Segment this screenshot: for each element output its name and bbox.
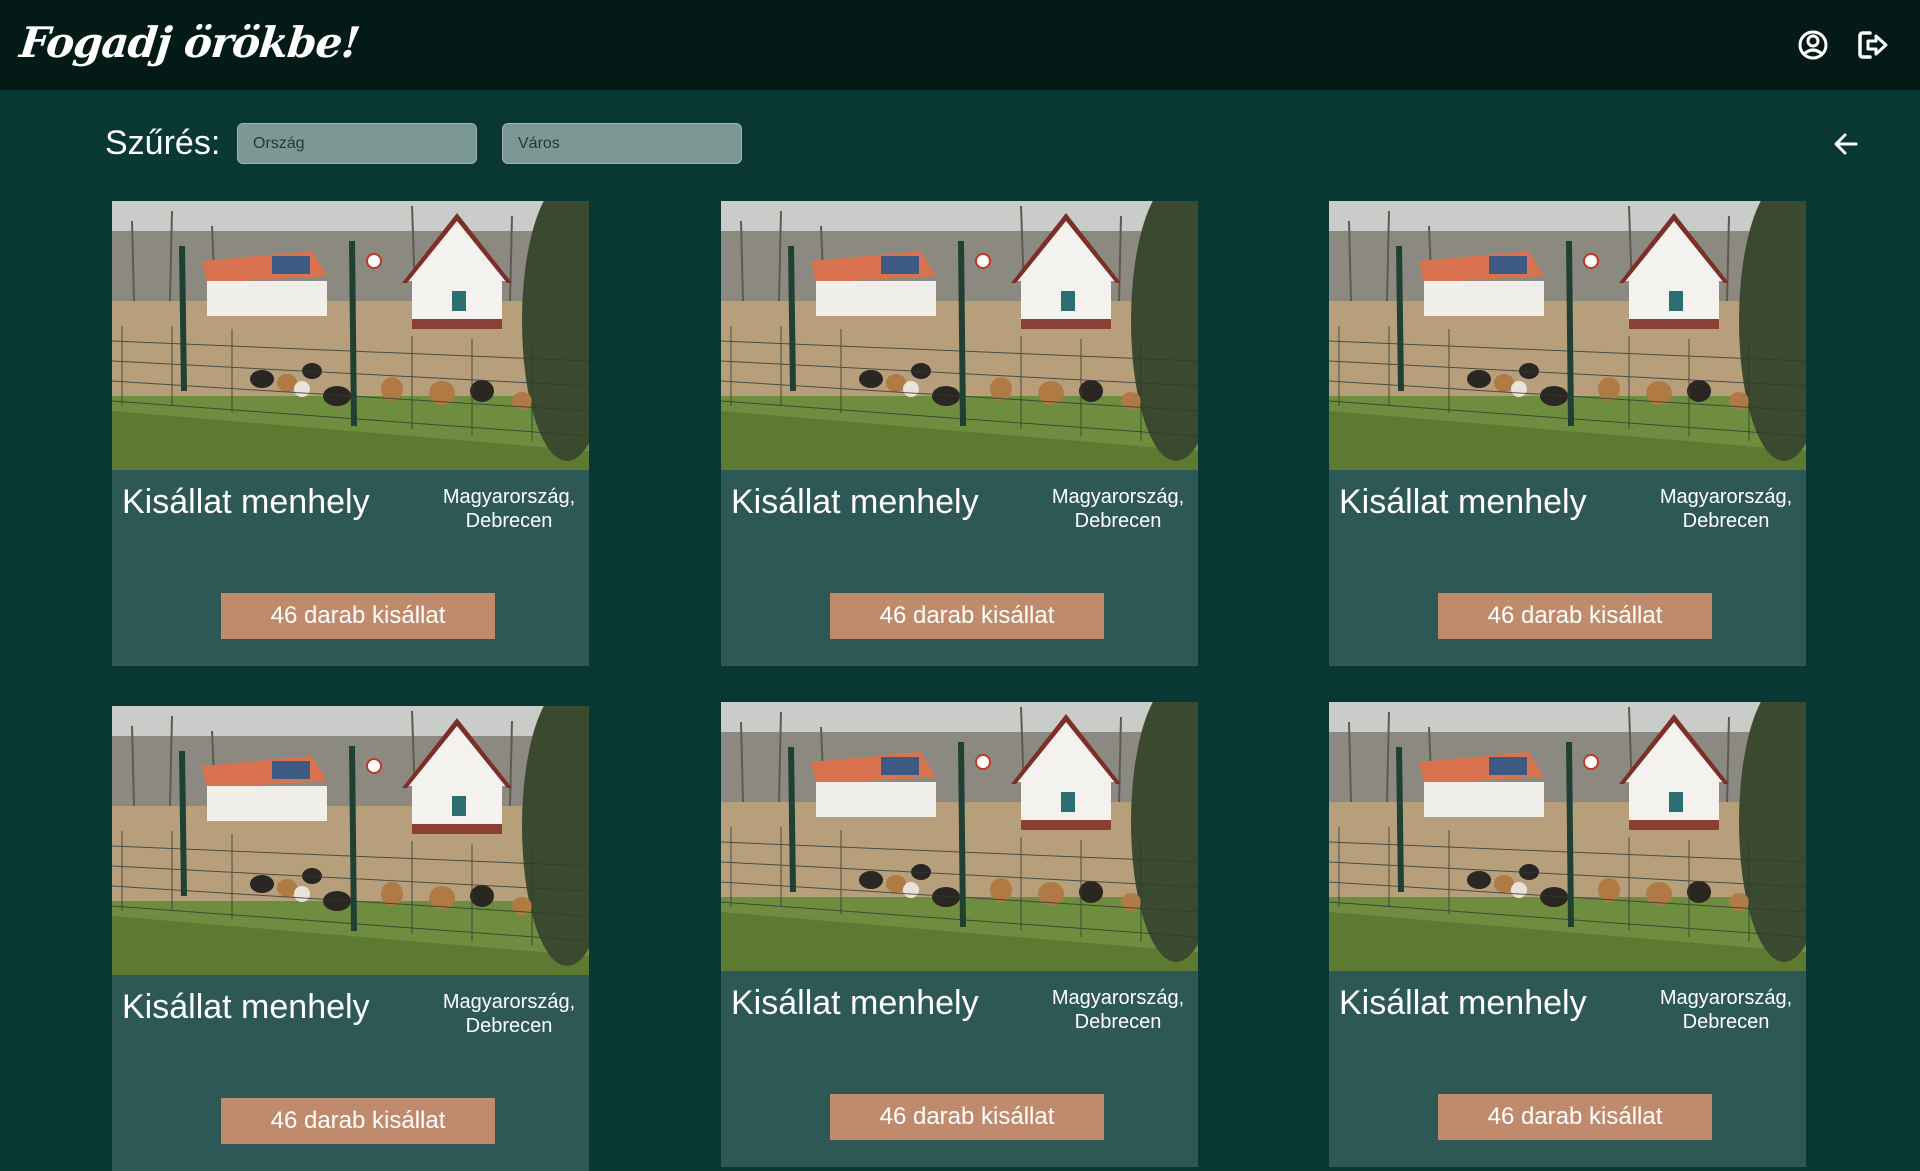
shelter-photo [112,706,589,975]
user-circle-icon[interactable] [1796,28,1830,62]
shelter-country: Magyarország, [1659,987,1793,1009]
pets-count-button[interactable]: 46 darab kisállat [221,593,495,639]
pets-count-button[interactable]: 46 darab kisállat [1438,1094,1712,1140]
shelter-country: Magyarország, [1051,486,1185,508]
shelter-title: Kisállat menhely [731,483,979,521]
shelter-city: Debrecen [1682,510,1770,532]
shelter-card[interactable]: Kisállat menhely Magyarország, Debrecen … [721,201,1198,666]
shelter-country: Magyarország, [1659,486,1793,508]
logout-icon[interactable] [1856,28,1890,62]
country-filter-input[interactable] [237,123,477,164]
site-logo[interactable]: Fogadj örökbe! [17,18,361,67]
shelter-country: Magyarország, [1051,987,1185,1009]
top-bar: Fogadj örökbe! [0,0,1920,90]
shelter-card[interactable]: Kisállat menhely Magyarország, Debrecen … [112,706,589,1171]
shelter-location: Magyarország, Debrecen [1651,485,1801,533]
shelter-card[interactable]: Kisállat menhely Magyarország, Debrecen … [1329,702,1806,1167]
shelter-location: Magyarország, Debrecen [434,485,584,533]
shelter-city: Debrecen [1074,510,1162,532]
filter-label: Szűrés: [105,124,221,162]
pets-count-button[interactable]: 46 darab kisállat [830,593,1104,639]
shelter-location: Magyarország, Debrecen [1043,986,1193,1034]
shelter-card[interactable]: Kisállat menhely Magyarország, Debrecen … [1329,201,1806,666]
shelter-photo [721,201,1198,470]
shelter-country: Magyarország, [442,991,576,1013]
shelter-photo [112,201,589,470]
shelter-country: Magyarország, [442,486,576,508]
shelter-title: Kisállat menhely [1339,483,1587,521]
shelter-title: Kisállat menhely [1339,984,1587,1022]
city-filter-input[interactable] [502,123,742,164]
shelter-photo [1329,702,1806,971]
shelter-location: Magyarország, Debrecen [1651,986,1801,1034]
shelter-title: Kisállat menhely [731,984,979,1022]
pets-count-button[interactable]: 46 darab kisállat [221,1098,495,1144]
shelter-title: Kisállat menhely [122,988,370,1026]
pets-count-button[interactable]: 46 darab kisállat [1438,593,1712,639]
shelter-city: Debrecen [1682,1011,1770,1033]
shelter-location: Magyarország, Debrecen [1043,485,1193,533]
pets-count-button[interactable]: 46 darab kisállat [830,1094,1104,1140]
shelter-location: Magyarország, Debrecen [434,990,584,1038]
shelter-title: Kisállat menhely [122,483,370,521]
arrow-left-icon[interactable] [1830,128,1862,160]
shelter-card[interactable]: Kisállat menhely Magyarország, Debrecen … [112,201,589,666]
shelter-city: Debrecen [465,1015,553,1037]
shelter-photo [721,702,1198,971]
shelter-city: Debrecen [465,510,553,532]
shelter-card[interactable]: Kisállat menhely Magyarország, Debrecen … [721,702,1198,1167]
shelter-city: Debrecen [1074,1011,1162,1033]
shelter-photo [1329,201,1806,470]
